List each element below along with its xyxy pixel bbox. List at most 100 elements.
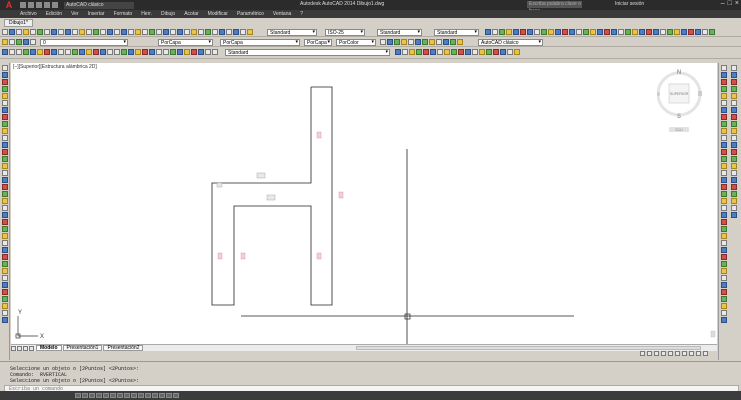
close-icon[interactable]: × <box>735 0 739 7</box>
standard-tool-icon[interactable] <box>37 29 43 35</box>
search-input[interactable]: Escriba palabra clave o frase <box>527 1 582 14</box>
ucs-tool-icon[interactable] <box>527 29 533 35</box>
ucs-tool-icon[interactable] <box>548 29 554 35</box>
standard-tool-icon[interactable] <box>65 29 71 35</box>
render-tool-icon[interactable] <box>436 39 442 45</box>
draw-tool-icon[interactable] <box>2 177 8 183</box>
drafting-toggle-icon[interactable] <box>110 393 116 398</box>
drafting-toggle-icon[interactable] <box>103 393 109 398</box>
dimension-tool-icon[interactable] <box>79 49 85 55</box>
draw-tool-icon[interactable] <box>2 198 8 204</box>
ucs-tool-icon[interactable] <box>499 29 505 35</box>
standard-tool-icon[interactable] <box>23 29 29 35</box>
dimension-tool-icon[interactable] <box>23 49 29 55</box>
standard-tool-icon[interactable] <box>247 29 253 35</box>
modify-tool-icon[interactable] <box>721 163 727 169</box>
standard-tool-icon[interactable] <box>226 29 232 35</box>
inquiry-tool-icon[interactable] <box>416 49 422 55</box>
ucs-tool-icon[interactable] <box>709 29 715 35</box>
dimension-tool-icon[interactable] <box>2 49 8 55</box>
ucs-tool-icon[interactable] <box>695 29 701 35</box>
menu-item-2[interactable]: Ver <box>71 11 79 17</box>
standard-tool-icon[interactable] <box>121 29 127 35</box>
standard-tool-icon[interactable] <box>128 29 134 35</box>
modify-tool-icon[interactable] <box>721 233 727 239</box>
modify-tool-icon[interactable] <box>721 128 727 134</box>
dimension-tool-icon[interactable] <box>72 49 78 55</box>
drafting-toggle-icon[interactable] <box>159 393 165 398</box>
modify-ext-tool-icon[interactable] <box>731 205 737 211</box>
ucs-tool-icon[interactable] <box>506 29 512 35</box>
draw-tool-icon[interactable] <box>2 107 8 113</box>
viewcube[interactable]: SUPERIOR N S SCU <box>656 66 707 136</box>
inquiry-tool-icon[interactable] <box>402 49 408 55</box>
prev-tab-icon[interactable] <box>17 345 22 351</box>
ucs-tool-icon[interactable] <box>604 29 610 35</box>
save-icon[interactable] <box>36 2 42 8</box>
standard-tool-icon[interactable] <box>184 29 190 35</box>
horizontal-scrollbar[interactable] <box>356 346 701 350</box>
draw-tool-icon[interactable] <box>2 289 8 295</box>
dimension-tool-icon[interactable] <box>191 49 197 55</box>
render-tool-icon[interactable] <box>408 39 414 45</box>
modify-ext-tool-icon[interactable] <box>731 191 737 197</box>
color-combo[interactable]: PorCapa <box>158 39 213 46</box>
menu-item-9[interactable]: Paramétrico <box>237 11 264 17</box>
drafting-toggle-icon[interactable] <box>152 393 158 398</box>
render-tool-icon[interactable] <box>415 39 421 45</box>
modify-tool-icon[interactable] <box>721 86 727 92</box>
ucs-tool-icon[interactable] <box>541 29 547 35</box>
draw-tool-icon[interactable] <box>2 310 8 316</box>
ucs-tool-icon[interactable] <box>555 29 561 35</box>
inquiry-tool-icon[interactable] <box>486 49 492 55</box>
menu-item-3[interactable]: Insertar <box>88 11 105 17</box>
render-tool-icon[interactable] <box>429 39 435 45</box>
dimension-tool-icon[interactable] <box>16 49 22 55</box>
render-tool-icon[interactable] <box>387 39 393 45</box>
menu-item-7[interactable]: Acotar <box>184 11 198 17</box>
draw-tool-icon[interactable] <box>2 170 8 176</box>
modify-ext-tool-icon[interactable] <box>731 198 737 204</box>
standard-tool-icon[interactable] <box>107 29 113 35</box>
ucs-tool-icon[interactable] <box>639 29 645 35</box>
ucs-tool-icon[interactable] <box>653 29 659 35</box>
modify-ext-tool-icon[interactable] <box>731 149 737 155</box>
modify-tool-icon[interactable] <box>721 247 727 253</box>
view-status-icon[interactable] <box>689 351 694 356</box>
drafting-toggle-icon[interactable] <box>138 393 144 398</box>
draw-tool-icon[interactable] <box>2 219 8 225</box>
linetype-combo[interactable]: PorCapa <box>220 39 300 46</box>
modify-tool-icon[interactable] <box>721 261 727 267</box>
drafting-toggle-icon[interactable] <box>82 393 88 398</box>
modify-tool-icon[interactable] <box>721 149 727 155</box>
workspace-combo[interactable]: AutoCAD clásico <box>478 39 543 46</box>
standard-tool-icon[interactable] <box>205 29 211 35</box>
ucs-tool-icon[interactable] <box>597 29 603 35</box>
view-status-icon[interactable] <box>668 351 673 356</box>
modify-tool-icon[interactable] <box>721 205 727 211</box>
draw-tool-icon[interactable] <box>2 163 8 169</box>
menu-item-4[interactable]: Formato <box>114 11 133 17</box>
ucs-tool-icon[interactable] <box>681 29 687 35</box>
modify-tool-icon[interactable] <box>721 177 727 183</box>
modify-ext-tool-icon[interactable] <box>731 65 737 71</box>
modify-ext-tool-icon[interactable] <box>731 163 737 169</box>
modify-ext-tool-icon[interactable] <box>731 156 737 162</box>
drafting-toggle-icon[interactable] <box>145 393 151 398</box>
standard-tool-icon[interactable] <box>142 29 148 35</box>
inquiry-tool-icon[interactable] <box>472 49 478 55</box>
modify-ext-tool-icon[interactable] <box>731 107 737 113</box>
dimension-tool-icon[interactable] <box>170 49 176 55</box>
draw-tool-icon[interactable] <box>2 317 8 323</box>
drafting-toggle-icon[interactable] <box>173 393 179 398</box>
drafting-toggle-icon[interactable] <box>117 393 123 398</box>
render-tool-icon[interactable] <box>457 39 463 45</box>
standard-tool-icon[interactable] <box>2 29 8 35</box>
ucs-tool-icon[interactable] <box>513 29 519 35</box>
inquiry-tool-icon[interactable] <box>507 49 513 55</box>
layer-combo[interactable]: 0 <box>40 39 128 46</box>
standard-tool-icon[interactable] <box>191 29 197 35</box>
standard-tool-icon[interactable] <box>9 29 15 35</box>
draw-tool-icon[interactable] <box>2 79 8 85</box>
inquiry-tool-icon[interactable] <box>500 49 506 55</box>
